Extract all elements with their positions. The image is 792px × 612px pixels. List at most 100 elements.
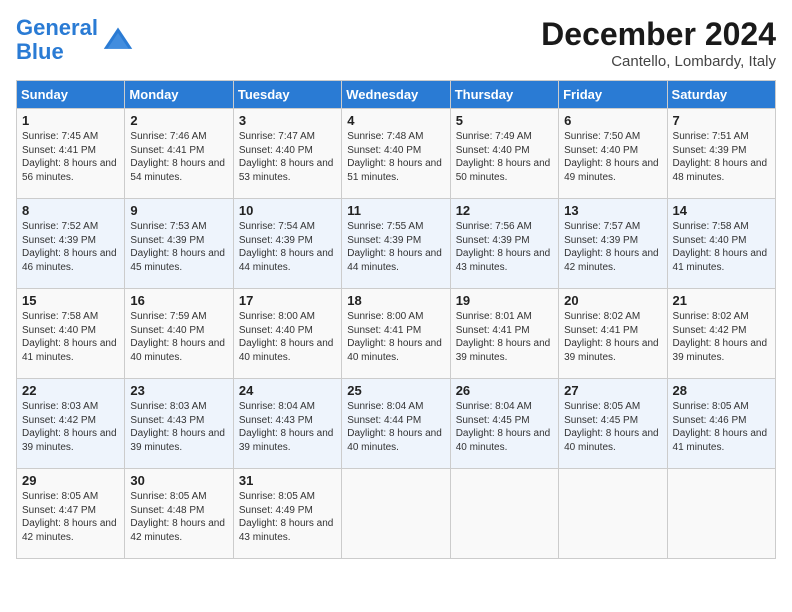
cell-info: Sunrise: 8:02 AMSunset: 4:42 PMDaylight:…: [673, 310, 770, 364]
calendar-cell: 9 Sunrise: 7:53 AMSunset: 4:39 PMDaylight…: [125, 199, 233, 289]
day-number: 12: [456, 203, 553, 218]
cell-info: Sunrise: 8:04 AMSunset: 4:45 PMDaylight:…: [456, 400, 553, 454]
day-number: 23: [130, 383, 227, 398]
day-number: 17: [239, 293, 336, 308]
calendar-cell: 4 Sunrise: 7:48 AMSunset: 4:40 PMDaylight…: [342, 109, 450, 199]
logo-line2: Blue: [16, 39, 64, 64]
calendar-cell: 21 Sunrise: 8:02 AMSunset: 4:42 PMDayligh…: [667, 289, 775, 379]
cell-info: Sunrise: 7:46 AMSunset: 4:41 PMDaylight:…: [130, 130, 227, 184]
day-number: 6: [564, 113, 661, 128]
calendar-week-row: 8Sunrise: 7:52 AMSunset: 4:39 PMDaylight…: [17, 199, 776, 289]
cell-info: Sunrise: 7:50 AMSunset: 4:40 PMDaylight:…: [564, 130, 661, 184]
cell-info: Sunrise: 8:03 AMSunset: 4:43 PMDaylight:…: [130, 400, 227, 454]
cell-info: Sunrise: 7:53 AMSunset: 4:39 PMDaylight:…: [130, 220, 227, 274]
day-number: 14: [673, 203, 770, 218]
day-number: 7: [673, 113, 770, 128]
cell-info: Sunrise: 8:04 AMSunset: 4:44 PMDaylight:…: [347, 400, 444, 454]
day-number: 4: [347, 113, 444, 128]
calendar-cell: 27 Sunrise: 8:05 AMSunset: 4:45 PMDayligh…: [559, 379, 667, 469]
calendar-cell: 16 Sunrise: 7:59 AMSunset: 4:40 PMDayligh…: [125, 289, 233, 379]
cell-info: Sunrise: 8:05 AMSunset: 4:45 PMDaylight:…: [564, 400, 661, 454]
calendar-week-row: 22 Sunrise: 8:03 AMSunset: 4:42 PMDayligh…: [17, 379, 776, 469]
calendar-cell: 18 Sunrise: 8:00 AMSunset: 4:41 PMDayligh…: [342, 289, 450, 379]
calendar-cell: 17Sunrise: 8:00 AMSunset: 4:40 PMDayligh…: [233, 289, 341, 379]
cell-info: Sunrise: 7:59 AMSunset: 4:40 PMDaylight:…: [130, 310, 227, 364]
calendar-cell: [450, 469, 558, 559]
weekday-header-row: SundayMondayTuesdayWednesdayThursdayFrid…: [17, 81, 776, 109]
cell-info: Sunrise: 7:48 AMSunset: 4:40 PMDaylight:…: [347, 130, 444, 184]
day-number: 30: [130, 473, 227, 488]
calendar-week-row: 29 Sunrise: 8:05 AMSunset: 4:47 PMDayligh…: [17, 469, 776, 559]
day-number: 9: [130, 203, 227, 218]
calendar-cell: 13 Sunrise: 7:57 AMSunset: 4:39 PMDayligh…: [559, 199, 667, 289]
calendar-week-row: 15 Sunrise: 7:58 AMSunset: 4:40 PMDayligh…: [17, 289, 776, 379]
calendar-cell: [559, 469, 667, 559]
calendar-cell: 3 Sunrise: 7:47 AMSunset: 4:40 PMDaylight…: [233, 109, 341, 199]
title-area: December 2024 Cantello, Lombardy, Italy: [541, 16, 776, 70]
cell-info: Sunrise: 7:56 AMSunset: 4:39 PMDaylight:…: [456, 220, 553, 274]
cell-info: Sunrise: 8:02 AMSunset: 4:41 PMDaylight:…: [564, 310, 661, 364]
day-number: 20: [564, 293, 661, 308]
calendar-cell: 20 Sunrise: 8:02 AMSunset: 4:41 PMDayligh…: [559, 289, 667, 379]
calendar-cell: 11 Sunrise: 7:55 AMSunset: 4:39 PMDayligh…: [342, 199, 450, 289]
cell-info: Sunrise: 8:05 AMSunset: 4:49 PMDaylight:…: [239, 490, 336, 544]
cell-info: Sunrise: 7:54 AMSunset: 4:39 PMDaylight:…: [239, 220, 336, 274]
calendar-cell: 28Sunrise: 8:05 AMSunset: 4:46 PMDayligh…: [667, 379, 775, 469]
day-number: 11: [347, 203, 444, 218]
weekday-header-thursday: Thursday: [450, 81, 558, 109]
cell-info: Sunrise: 7:58 AMSunset: 4:40 PMDaylight:…: [673, 220, 770, 274]
cell-info: Sunrise: 8:05 AMSunset: 4:47 PMDaylight:…: [22, 490, 119, 544]
weekday-header-sunday: Sunday: [17, 81, 125, 109]
calendar-cell: 24 Sunrise: 8:04 AMSunset: 4:43 PMDayligh…: [233, 379, 341, 469]
day-number: 8: [22, 203, 119, 218]
weekday-header-monday: Monday: [125, 81, 233, 109]
day-number: 24: [239, 383, 336, 398]
day-number: 13: [564, 203, 661, 218]
calendar-cell: 2Sunrise: 7:46 AMSunset: 4:41 PMDaylight…: [125, 109, 233, 199]
calendar-cell: 19Sunrise: 8:01 AMSunset: 4:41 PMDayligh…: [450, 289, 558, 379]
day-number: 31: [239, 473, 336, 488]
day-number: 5: [456, 113, 553, 128]
cell-info: Sunrise: 8:00 AMSunset: 4:41 PMDaylight:…: [347, 310, 444, 364]
calendar-cell: 25Sunrise: 8:04 AMSunset: 4:44 PMDayligh…: [342, 379, 450, 469]
calendar-cell: 12 Sunrise: 7:56 AMSunset: 4:39 PMDayligh…: [450, 199, 558, 289]
calendar-cell: 29 Sunrise: 8:05 AMSunset: 4:47 PMDayligh…: [17, 469, 125, 559]
calendar-cell: 30 Sunrise: 8:05 AMSunset: 4:48 PMDayligh…: [125, 469, 233, 559]
weekday-header-tuesday: Tuesday: [233, 81, 341, 109]
day-number: 26: [456, 383, 553, 398]
calendar-cell: 26 Sunrise: 8:04 AMSunset: 4:45 PMDayligh…: [450, 379, 558, 469]
cell-info: Sunrise: 7:49 AMSunset: 4:40 PMDaylight:…: [456, 130, 553, 184]
header: General Blue December 2024 Cantello, Lom…: [16, 16, 776, 70]
day-number: 16: [130, 293, 227, 308]
calendar-cell: 7Sunrise: 7:51 AMSunset: 4:39 PMDaylight…: [667, 109, 775, 199]
day-number: 18: [347, 293, 444, 308]
calendar-table: SundayMondayTuesdayWednesdayThursdayFrid…: [16, 80, 776, 559]
cell-info: Sunrise: 8:04 AMSunset: 4:43 PMDaylight:…: [239, 400, 336, 454]
calendar-week-row: 1Sunrise: 7:45 AMSunset: 4:41 PMDaylight…: [17, 109, 776, 199]
cell-info: Sunrise: 7:55 AMSunset: 4:39 PMDaylight:…: [347, 220, 444, 274]
cell-info: Sunrise: 8:03 AMSunset: 4:42 PMDaylight:…: [22, 400, 119, 454]
day-number: 29: [22, 473, 119, 488]
logo-icon: [102, 24, 134, 56]
location: Cantello, Lombardy, Italy: [541, 53, 776, 70]
day-number: 22: [22, 383, 119, 398]
day-number: 3: [239, 113, 336, 128]
cell-info: Sunrise: 7:47 AMSunset: 4:40 PMDaylight:…: [239, 130, 336, 184]
day-number: 27: [564, 383, 661, 398]
day-number: 21: [673, 293, 770, 308]
calendar-cell: 31 Sunrise: 8:05 AMSunset: 4:49 PMDayligh…: [233, 469, 341, 559]
cell-info: Sunrise: 7:58 AMSunset: 4:40 PMDaylight:…: [22, 310, 119, 364]
weekday-header-friday: Friday: [559, 81, 667, 109]
cell-info: Sunrise: 7:57 AMSunset: 4:39 PMDaylight:…: [564, 220, 661, 274]
weekday-header-wednesday: Wednesday: [342, 81, 450, 109]
day-number: 1: [22, 113, 119, 128]
calendar-cell: 6 Sunrise: 7:50 AMSunset: 4:40 PMDaylight…: [559, 109, 667, 199]
calendar-cell: 8Sunrise: 7:52 AMSunset: 4:39 PMDaylight…: [17, 199, 125, 289]
day-number: 19: [456, 293, 553, 308]
calendar-cell: [667, 469, 775, 559]
day-number: 10: [239, 203, 336, 218]
day-number: 15: [22, 293, 119, 308]
cell-info: Sunrise: 8:05 AMSunset: 4:48 PMDaylight:…: [130, 490, 227, 544]
logo: General Blue: [16, 16, 134, 64]
calendar-cell: [342, 469, 450, 559]
